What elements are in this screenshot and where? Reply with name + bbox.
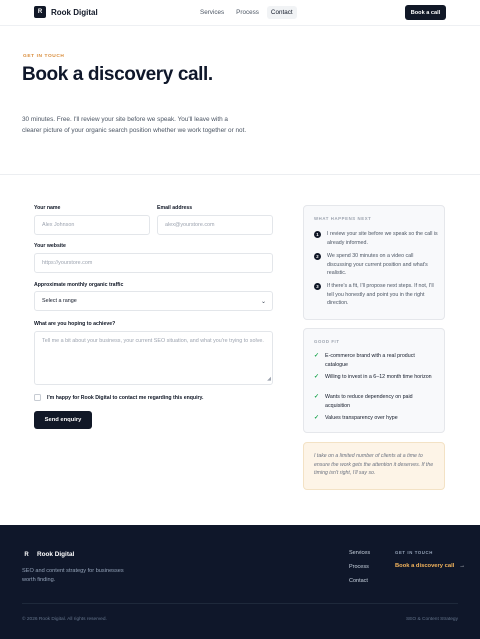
fit-item: ✓ Willing to invest in a 6–12 month time… [314,373,439,382]
footer-tagline: SEO and content strategy for businesses … [22,568,124,583]
step-text: If there's a fit, I'll propose next step… [327,283,434,306]
step-number-icon: 2 [314,253,321,260]
availability-note: I take on a limited number of clients at… [314,453,434,477]
consent-label[interactable]: I'm happy for Rook Digital to contact me… [47,395,204,401]
next-steps-heading: WHAT HAPPENS NEXT [314,216,372,221]
footer-brand-mark-icon: R [22,550,31,559]
step-text: We spend 30 minutes on a video call disc… [327,253,428,276]
step-item: 1 I review your site before we speak so … [314,230,439,247]
footer-link-contact[interactable]: Contact [349,578,368,584]
footer: R Rook Digital SEO and content strategy … [0,525,480,639]
nav-links: Services Process Contact [196,6,297,19]
nav-link-contact[interactable]: Contact [266,6,297,19]
fit-text: Willing to invest in a 6–12 month time h… [325,374,432,380]
brand-mark-icon: R [34,6,46,18]
brand-logo[interactable]: R Rook Digital [34,6,98,18]
fit-item: ✓ E-commerce brand with a real product c… [314,352,439,369]
check-icon: ✓ [314,374,320,380]
footer-link-process[interactable]: Process [349,564,369,570]
goal-textarea[interactable]: Tell me a bit about your business, your … [34,331,273,385]
chevron-down-icon: ⌄ [260,299,266,305]
page-subtitle: 30 minutes. Free. I'll review your site … [22,116,247,134]
fit-text: Values transparency over hype [325,415,398,421]
check-icon: ✓ [314,394,320,400]
good-fit-heading: GOOD FIT [314,339,340,344]
book-call-button[interactable]: Book a call [405,5,446,20]
footer-copyright: © 2026 Rook Digital. All rights reserved… [22,617,107,622]
website-label: Your website [34,243,66,249]
consent-checkbox[interactable] [34,394,41,401]
section-divider [0,174,480,175]
footer-divider [22,603,458,604]
next-steps-card: WHAT HAPPENS NEXT 1 I review your site b… [303,205,445,320]
name-label: Your name [34,205,61,211]
goal-placeholder: Tell me a bit about your business, your … [42,338,264,344]
nav-link-process[interactable]: Process [232,6,263,19]
nav-link-services[interactable]: Services [196,6,228,19]
send-enquiry-button[interactable]: Send enquiry [34,411,92,429]
step-item: 3 If there's a fit, I'll propose next st… [314,282,439,308]
footer-cta-label: Book a discovery call [395,563,455,569]
name-field[interactable]: Alex Johnson [34,215,150,235]
email-field[interactable]: alex@yourstore.com [157,215,273,235]
footer-tagline-right: SEO & Content Strategy [406,617,458,622]
footer-cta-heading: GET IN TOUCH [395,550,433,555]
footer-brand-name: Rook Digital [37,551,75,558]
email-label: Email address [157,205,193,211]
check-icon: ✓ [314,415,320,421]
fit-text: E-commerce brand with a real product cat… [325,353,415,368]
footer-book-call-link[interactable]: Book a discovery call → [395,563,465,569]
fit-text: Wants to reduce dependency on paid acqui… [325,394,413,409]
good-fit-card: GOOD FIT ✓ E-commerce brand with a real … [303,328,445,433]
footer-brand[interactable]: R Rook Digital [22,550,74,559]
step-text: I review your site before we speak so th… [327,231,438,246]
top-nav: R Rook Digital Services Process Contact … [0,0,480,26]
traffic-select[interactable]: Select a range ⌄ [34,291,273,311]
goal-label: What are you hoping to achieve? [34,321,116,327]
page-title: Book a discovery call. [22,64,213,85]
step-number-icon: 3 [314,283,321,290]
consent-row: I'm happy for Rook Digital to contact me… [34,394,204,401]
brand-name: Rook Digital [51,7,98,17]
website-field[interactable]: https://yourstore.com [34,253,273,273]
arrow-right-icon: → [459,563,466,569]
fit-item: ✓ Wants to reduce dependency on paid acq… [314,393,439,410]
footer-link-services[interactable]: Services [349,550,370,556]
resize-handle-icon[interactable]: ◢ [267,375,271,384]
step-number-icon: 1 [314,231,321,238]
eyebrow-label: GET IN TOUCH [23,54,65,59]
check-icon: ✓ [314,353,320,359]
traffic-select-value: Select a range [42,298,77,304]
traffic-label: Approximate monthly organic traffic [34,282,124,288]
fit-item: ✓ Values transparency over hype [314,414,439,423]
availability-note-card: I take on a limited number of clients at… [303,442,445,490]
step-item: 2 We spend 30 minutes on a video call di… [314,252,439,278]
